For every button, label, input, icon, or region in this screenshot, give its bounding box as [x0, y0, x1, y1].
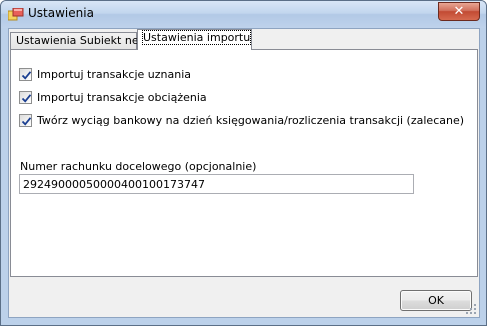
close-icon: ✕ [453, 4, 465, 19]
settings-window: Ustawienia ✕ Ustawienia Subiekt nexo Ust… [0, 0, 487, 326]
dialog-body: Ustawienia Subiekt nexo Ustawienia impor… [8, 28, 480, 318]
account-number-input[interactable] [19, 174, 414, 194]
tab-label: Ustawienia importu [141, 30, 252, 45]
import-credits-checkbox[interactable] [19, 67, 32, 81]
tab-page-import-settings: Importuj transakcje uznania Importuj tra… [10, 49, 478, 277]
account-number-label: Numer rachunku docelowego (opcjonalnie) [20, 160, 257, 173]
option-import-credits[interactable]: Importuj transakcje uznania [19, 66, 191, 82]
import-debits-checkbox[interactable] [19, 90, 32, 104]
ok-button[interactable]: OK [400, 290, 472, 311]
title-bar[interactable]: Ustawienia ✕ [1, 1, 486, 28]
create-statement-label[interactable]: Twórz wyciąg bankowy na dzień księgowani… [37, 114, 464, 127]
window-title: Ustawienia [28, 6, 94, 20]
resize-grip-icon[interactable] [465, 303, 477, 315]
checkmark-icon [21, 116, 32, 126]
tab-label: Ustawienia Subiekt nexo [16, 34, 152, 47]
tab-import-settings[interactable]: Ustawienia importu [137, 29, 252, 50]
create-statement-checkbox[interactable] [19, 113, 32, 127]
import-debits-label[interactable]: Importuj transakcje obciążenia [37, 91, 207, 104]
ok-button-label: OK [428, 294, 444, 307]
tab-strip: Ustawienia Subiekt nexo Ustawienia impor… [9, 29, 479, 50]
import-credits-label[interactable]: Importuj transakcje uznania [37, 68, 191, 81]
close-button[interactable]: ✕ [438, 2, 480, 21]
checkmark-icon [21, 70, 32, 80]
tab-subiekt-nexo-settings[interactable]: Ustawienia Subiekt nexo [10, 32, 151, 50]
option-create-statement[interactable]: Twórz wyciąg bankowy na dzień księgowani… [19, 112, 464, 128]
option-import-debits[interactable]: Importuj transakcje obciążenia [19, 89, 207, 105]
checkmark-icon [21, 93, 32, 103]
app-window-icon [8, 8, 24, 21]
